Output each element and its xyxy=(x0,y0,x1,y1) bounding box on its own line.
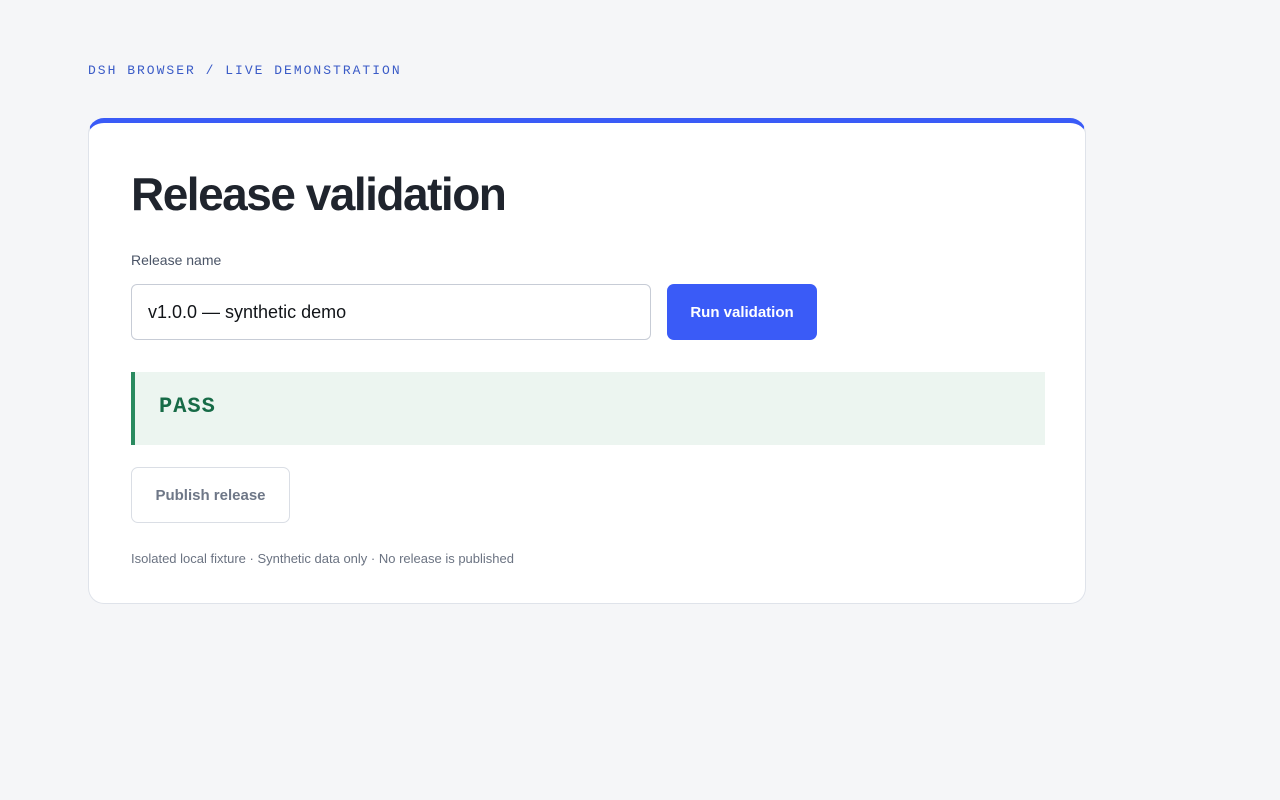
breadcrumb: DSH BROWSER / LIVE DEMONSTRATION xyxy=(88,63,402,78)
publish-release-button[interactable]: Publish release xyxy=(131,467,290,523)
run-validation-button[interactable]: Run validation xyxy=(667,284,817,340)
status-badge: PASS xyxy=(159,394,216,419)
footnote: Isolated local fixture · Synthetic data … xyxy=(131,551,514,566)
release-name-input[interactable] xyxy=(131,284,651,340)
status-banner: PASS xyxy=(131,372,1045,445)
page-title: Release validation xyxy=(131,168,507,220)
release-name-label: Release name xyxy=(131,252,222,268)
validation-card: Release validation Release name Run vali… xyxy=(88,118,1086,604)
